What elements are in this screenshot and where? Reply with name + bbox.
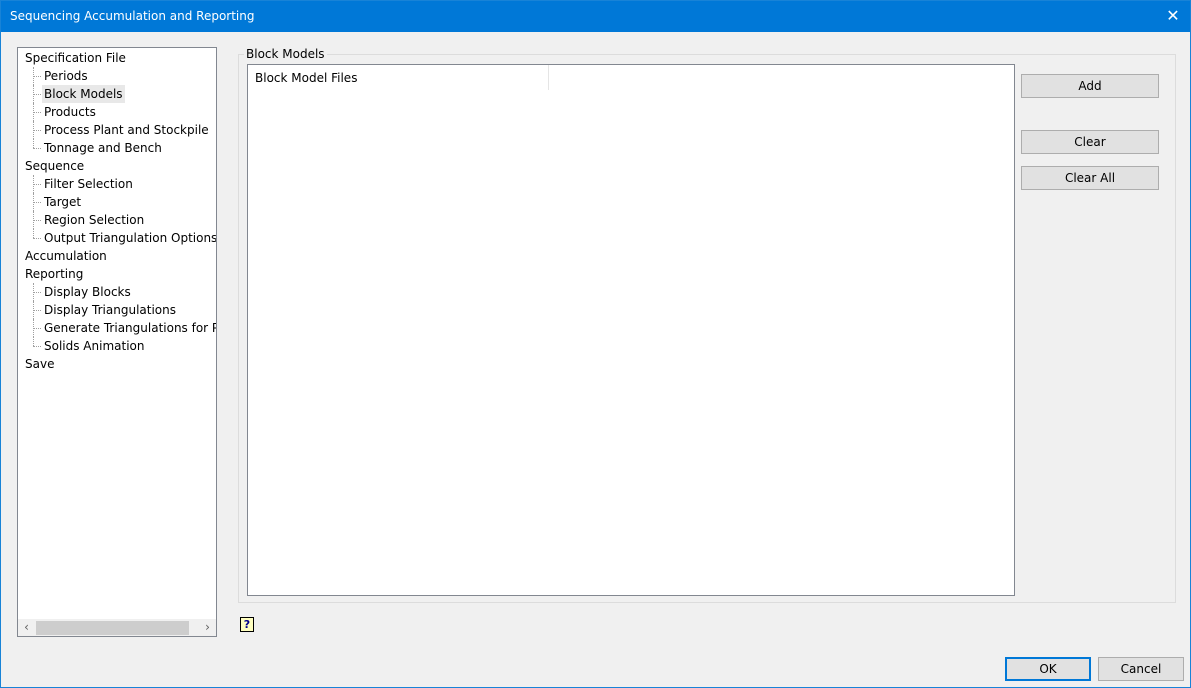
tree-connector <box>33 310 41 311</box>
tree-item[interactable]: Process Plant and Stockpile <box>42 121 211 139</box>
tree-connector <box>33 94 41 95</box>
tree-item[interactable]: Reporting <box>23 265 85 283</box>
tree-connector <box>33 121 34 139</box>
tree-connector <box>33 130 41 131</box>
tree-connector <box>33 184 41 185</box>
clear-all-button[interactable]: Clear All <box>1021 166 1159 190</box>
tree-item[interactable]: Generate Triangulations for Periods <box>42 319 216 337</box>
block-model-files-list[interactable]: Block Model Files <box>247 64 1015 596</box>
tree-connector <box>33 76 41 77</box>
tree-connector <box>33 229 34 238</box>
tree-connector <box>33 337 34 346</box>
tree-connector <box>33 175 34 193</box>
tree-connector <box>33 346 41 347</box>
title-bar: Sequencing Accumulation and Reporting ✕ <box>1 1 1190 32</box>
cancel-button[interactable]: Cancel <box>1098 657 1184 681</box>
tree-connector <box>33 202 41 203</box>
tree-item[interactable]: Products <box>42 103 98 121</box>
tree-connector <box>33 103 34 121</box>
add-button[interactable]: Add <box>1021 74 1159 98</box>
tree-connector <box>33 283 34 301</box>
horizontal-scrollbar[interactable]: ‹ › <box>18 619 216 636</box>
tree-item[interactable]: Target <box>42 193 83 211</box>
tree-connector <box>33 319 34 337</box>
navigation-tree[interactable]: ‹ › Specification File Periods Block Model… <box>17 47 217 637</box>
help-icon[interactable]: ? <box>240 617 254 632</box>
tree-connector <box>33 148 41 149</box>
tree-connector <box>33 211 34 229</box>
window-title: Sequencing Accumulation and Reporting <box>10 9 255 23</box>
tree-item[interactable]: Region Selection <box>42 211 146 229</box>
tree-item[interactable]: Output Triangulation Options <box>42 229 216 247</box>
group-label: Block Models <box>244 47 327 61</box>
tree-connector <box>33 193 34 211</box>
column-header[interactable]: Block Model Files <box>248 65 549 90</box>
tree-item[interactable]: Accumulation <box>23 247 109 265</box>
tree-item[interactable]: Save <box>23 355 56 373</box>
tree-connector <box>33 301 34 319</box>
tree-item[interactable]: Filter Selection <box>42 175 135 193</box>
scroll-right-icon[interactable]: › <box>199 619 216 636</box>
tree-connector <box>33 67 34 85</box>
clear-button[interactable]: Clear <box>1021 130 1159 154</box>
tree-item[interactable]: Periods <box>42 67 90 85</box>
tree-connector <box>33 85 34 103</box>
tree-item[interactable]: Display Triangulations <box>42 301 178 319</box>
tree-item[interactable]: Block Models <box>42 85 125 103</box>
dialog-window: Sequencing Accumulation and Reporting ✕ … <box>0 0 1191 688</box>
ok-button[interactable]: OK <box>1005 657 1091 681</box>
tree-item[interactable]: Specification File <box>23 49 128 67</box>
scroll-left-icon[interactable]: ‹ <box>18 619 35 636</box>
tree-connector <box>33 220 41 221</box>
tree-connector <box>33 292 41 293</box>
tree-connector <box>33 139 34 148</box>
tree-connector <box>33 112 41 113</box>
tree-item[interactable]: Tonnage and Bench <box>42 139 164 157</box>
tree-item[interactable]: Sequence <box>23 157 86 175</box>
tree-item[interactable]: Solids Animation <box>42 337 147 355</box>
scroll-thumb[interactable] <box>36 621 189 635</box>
close-icon[interactable]: ✕ <box>1156 1 1190 32</box>
tree-item[interactable]: Display Blocks <box>42 283 133 301</box>
tree-connector <box>33 328 41 329</box>
tree-connector <box>33 238 41 239</box>
